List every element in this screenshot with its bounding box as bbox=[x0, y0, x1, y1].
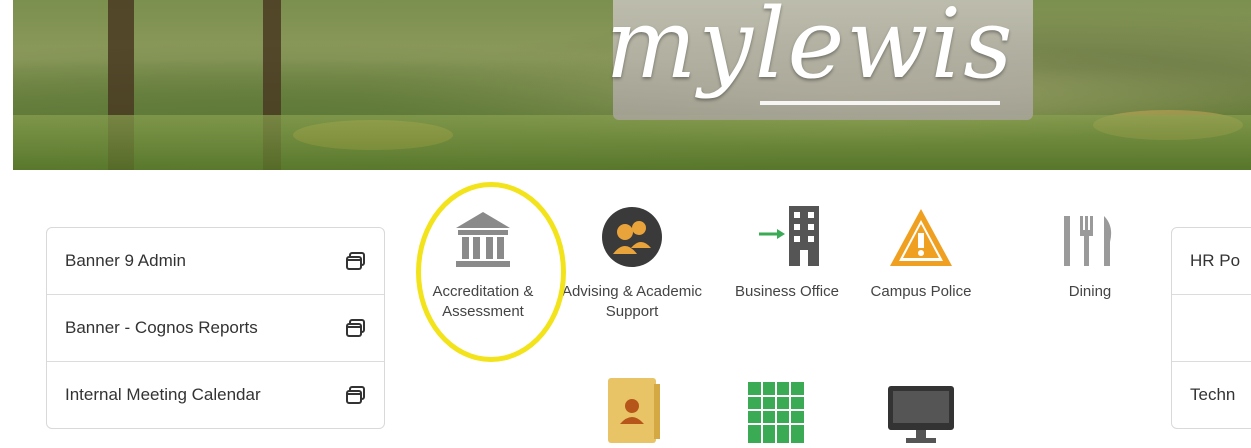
people-group-icon bbox=[557, 198, 707, 268]
fork-knife-icon bbox=[1030, 198, 1150, 268]
logo-underline bbox=[760, 101, 1000, 105]
app-spreadsheet[interactable] bbox=[748, 382, 804, 448]
app-campus-police[interactable]: Campus Police bbox=[846, 198, 996, 302]
app-contact-card[interactable] bbox=[608, 378, 660, 448]
app-computer[interactable] bbox=[888, 386, 954, 448]
contact-card-icon bbox=[608, 378, 660, 448]
app-label: Advising & Academic Support bbox=[561, 283, 703, 320]
mylewis-logo: mylewis bbox=[605, 0, 1015, 100]
app-label: Campus Police bbox=[870, 283, 972, 300]
right-links-panel: HR Po Techn bbox=[1171, 227, 1251, 429]
quick-link-label: Banner 9 Admin bbox=[65, 251, 186, 270]
spreadsheet-icon bbox=[748, 382, 804, 448]
app-business-office[interactable]: Business Office bbox=[712, 198, 862, 302]
lawn-decoration bbox=[13, 115, 1251, 170]
right-link-label: HR Po bbox=[1190, 251, 1241, 270]
app-label: Business Office bbox=[735, 283, 839, 300]
app-dining[interactable]: Dining bbox=[1030, 198, 1150, 302]
quick-link-internal-meeting-calendar[interactable]: Internal Meeting Calendar bbox=[47, 362, 384, 428]
monitor-icon bbox=[888, 386, 954, 448]
right-link-item[interactable]: HR Po bbox=[1172, 228, 1251, 295]
quick-link-label: Banner - Cognos Reports bbox=[65, 318, 258, 337]
app-advising-academic-support[interactable]: Advising & Academic Support bbox=[557, 198, 707, 322]
quick-link-label: Internal Meeting Calendar bbox=[65, 385, 261, 404]
right-link-item[interactable]: Techn bbox=[1172, 362, 1251, 428]
right-link-label: Techn bbox=[1190, 385, 1236, 404]
new-window-icon bbox=[346, 386, 366, 404]
highlight-circle bbox=[416, 182, 566, 362]
right-link-item[interactable] bbox=[1172, 295, 1251, 362]
app-label: Dining bbox=[1068, 283, 1112, 300]
new-window-icon bbox=[346, 252, 366, 270]
quick-links-panel: Banner 9 Admin Banner - Cognos Reports I… bbox=[46, 227, 385, 429]
quick-link-banner-9-admin[interactable]: Banner 9 Admin bbox=[47, 228, 384, 295]
warning-icon bbox=[846, 198, 996, 268]
new-window-icon bbox=[346, 319, 366, 337]
quick-link-cognos-reports[interactable]: Banner - Cognos Reports bbox=[47, 295, 384, 362]
office-building-icon bbox=[712, 198, 862, 268]
